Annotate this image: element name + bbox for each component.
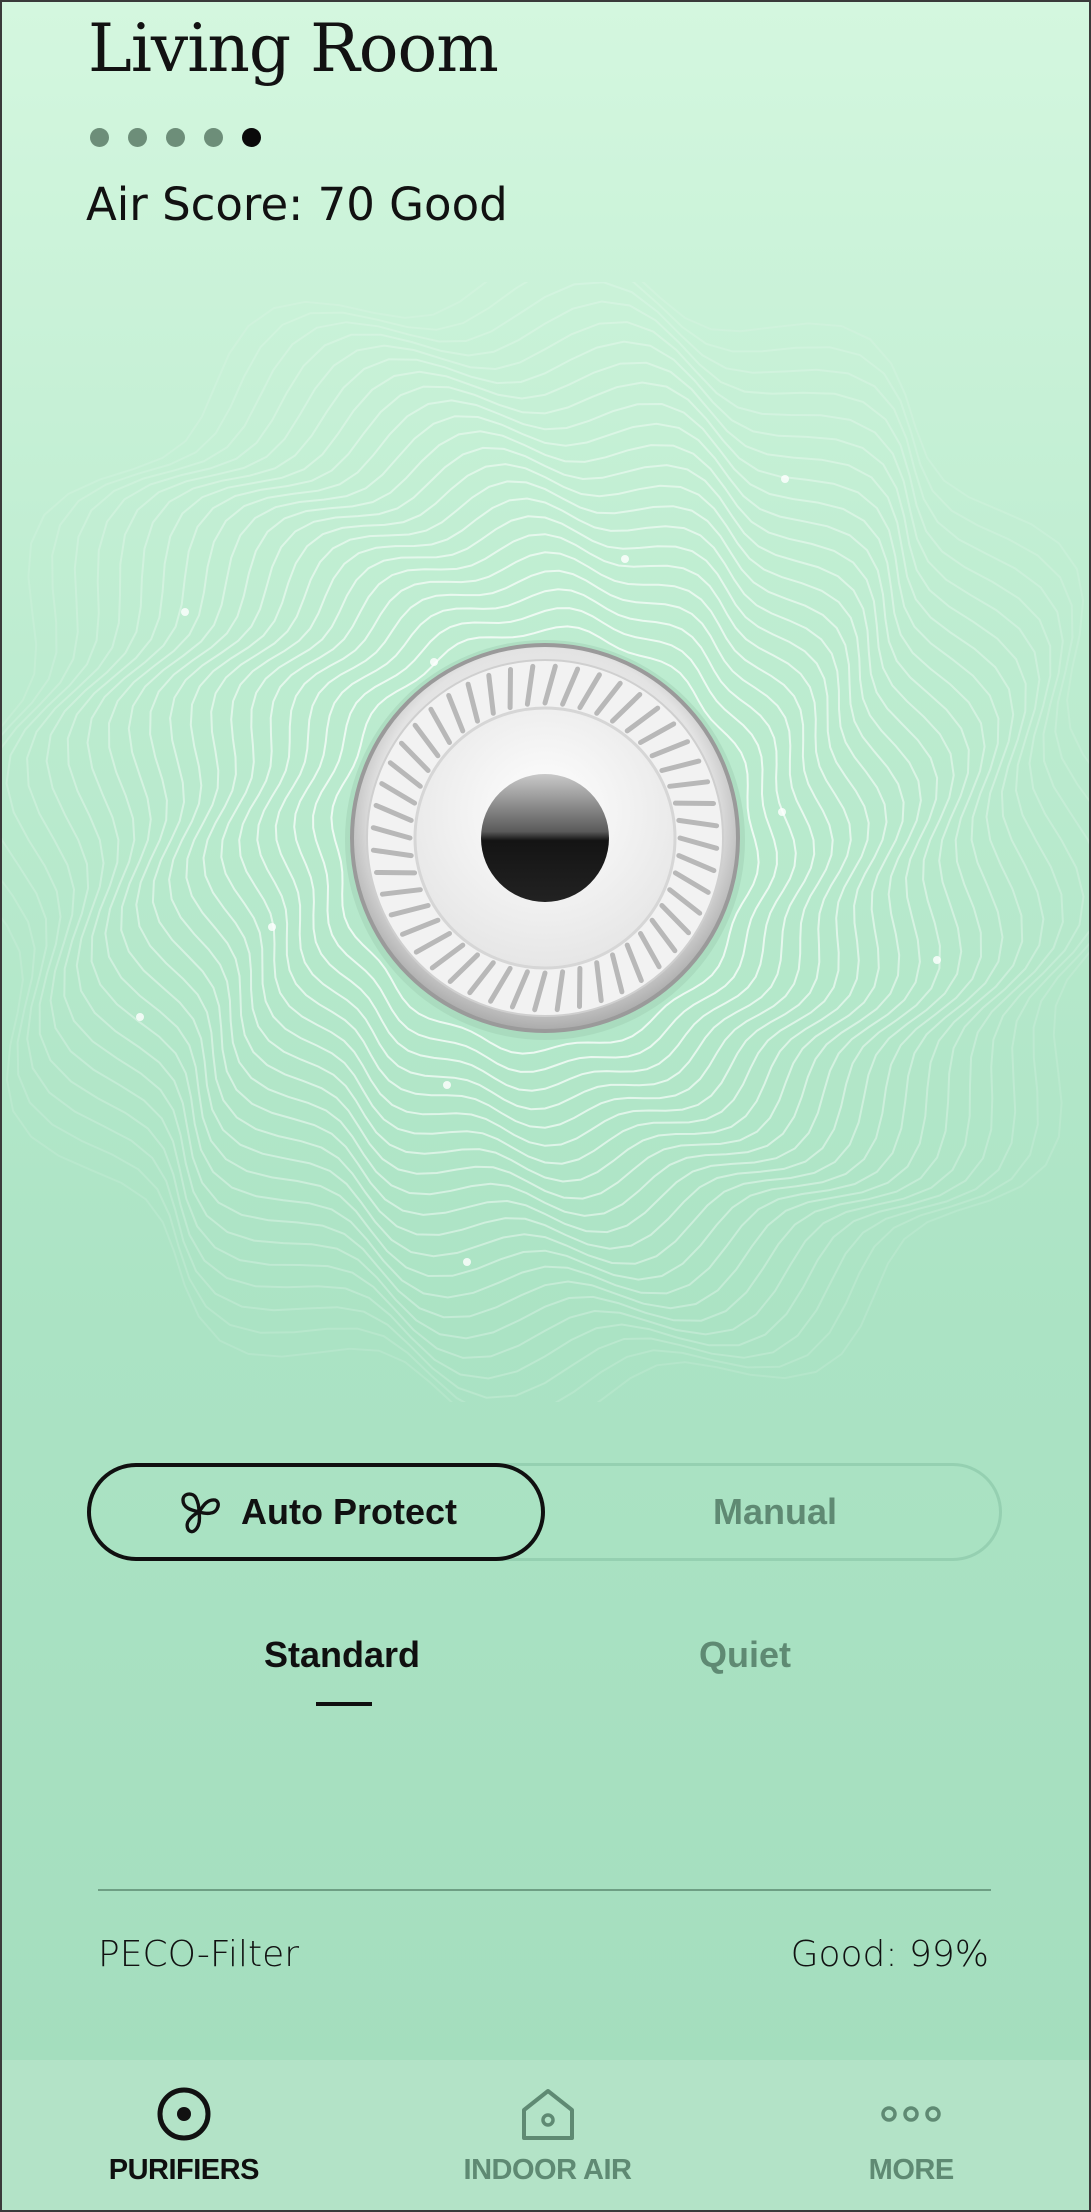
air-score: Air Score: 70 Good	[86, 178, 508, 231]
air-score-value: 70 Good	[317, 178, 508, 231]
page-dot[interactable]	[204, 128, 223, 147]
mode-toggle[interactable]: Auto Protect Manual	[87, 1463, 1002, 1561]
nav-purifiers[interactable]: PURIFIERS	[2, 2060, 366, 2210]
nav-indoor-air-label: INDOOR AIR	[463, 2154, 632, 2186]
tab-quiet[interactable]: Quiet	[699, 1634, 791, 1676]
room-title: Living Room	[88, 10, 499, 87]
nav-more-label: MORE	[868, 2154, 955, 2186]
purifier-screen: Living Room Air Score: 70 Good Auto Prot…	[0, 0, 1091, 2212]
nav-purifiers-label: PURIFIERS	[108, 2154, 260, 2186]
tab-active-indicator	[316, 1702, 372, 1706]
nav-more[interactable]: MORE	[729, 2060, 1089, 2210]
manual-label: Manual	[712, 1491, 837, 1532]
auto-protect-button[interactable]: Auto Protect	[87, 1463, 545, 1561]
divider	[98, 1889, 991, 1891]
page-dot[interactable]	[166, 128, 185, 147]
filter-status: Good: 99%	[790, 1934, 989, 1975]
house-icon	[518, 2082, 578, 2146]
tab-standard[interactable]: Standard	[264, 1634, 420, 1676]
page-indicator[interactable]	[90, 128, 261, 147]
page-dot[interactable]	[128, 128, 147, 147]
more-dots-icon	[881, 2082, 941, 2146]
nav-indoor-air[interactable]: INDOOR AIR	[366, 2060, 730, 2210]
filter-label: PECO-Filter	[98, 1934, 300, 1975]
bottom-nav: PURIFIERS INDOOR AIR MORE	[2, 2060, 1089, 2210]
page-dot[interactable]	[90, 128, 109, 147]
purifier-visual[interactable]	[2, 282, 1089, 1402]
manual-button[interactable]: Manual	[545, 1463, 1005, 1561]
air-score-label: Air Score:	[86, 178, 304, 231]
auto-protect-label: Auto Protect	[241, 1491, 457, 1532]
purifier-icon	[154, 2082, 214, 2146]
fan-icon	[181, 1492, 220, 1534]
purifier-device-icon	[345, 640, 745, 1040]
page-dot-active[interactable]	[242, 128, 261, 147]
